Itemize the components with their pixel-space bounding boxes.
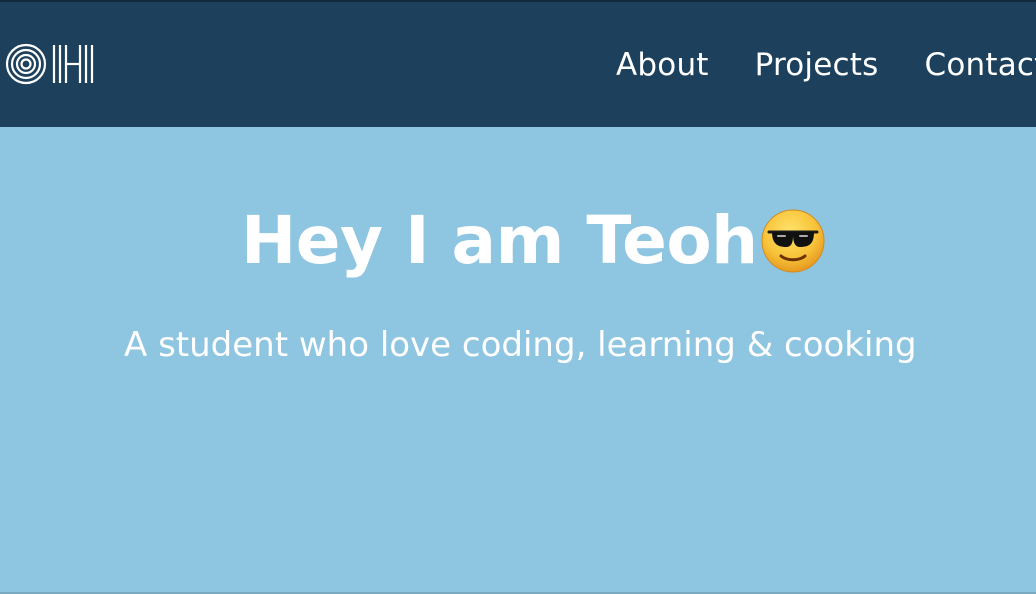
nav-projects-link[interactable]: Projects — [755, 46, 879, 84]
page: About Projects Contact Hey I am Teoh A s… — [0, 0, 1036, 594]
nav-contact-link[interactable]: Contact — [924, 46, 1036, 84]
smiling-face-with-sunglasses-icon — [760, 208, 826, 274]
primary-nav: About Projects Contact — [616, 46, 1036, 84]
hero-title-text: Hey I am Teoh — [241, 202, 758, 279]
hero-subtitle: A student who love coding, learning & co… — [124, 325, 917, 365]
nav-about-link[interactable]: About — [616, 46, 709, 84]
site-logo[interactable] — [0, 36, 98, 92]
teoh-logo-icon — [5, 43, 94, 85]
navbar: About Projects Contact — [0, 0, 1036, 127]
hero-title: Hey I am Teoh — [241, 203, 826, 279]
hero-section: Hey I am Teoh A student who love coding,… — [0, 127, 1036, 592]
